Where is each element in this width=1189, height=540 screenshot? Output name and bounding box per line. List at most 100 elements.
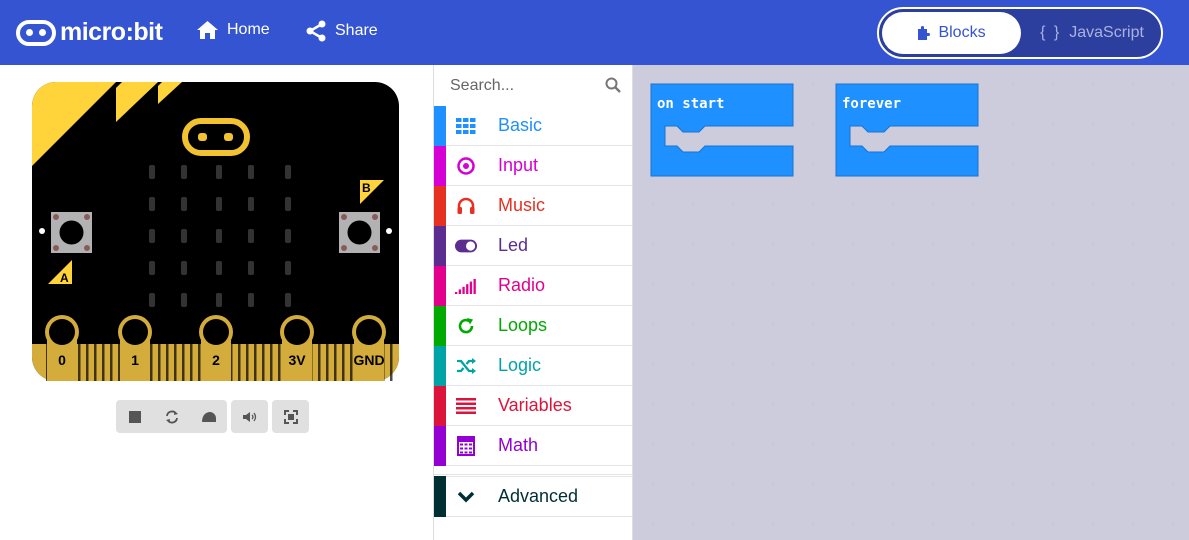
pin-1[interactable]: 1 [118,315,152,381]
led [181,165,187,179]
pin-gnd[interactable]: GND [352,315,386,381]
search-icon[interactable] [605,77,621,93]
led [181,229,187,243]
button-b-label: B [362,181,371,195]
home-button[interactable]: Home [196,20,270,40]
led [216,165,222,179]
target-icon [455,155,477,177]
led [181,261,187,275]
refresh-icon [455,315,477,337]
led [248,197,254,211]
restart-button[interactable] [153,400,190,433]
led [248,261,254,275]
restart-icon [165,410,178,423]
grid-icon [455,115,477,137]
stop-icon [128,410,141,423]
share-label: Share [335,22,378,39]
led [248,165,254,179]
share-button[interactable]: Share [305,20,378,42]
simulator-controls [116,400,313,433]
category-label: Led [498,235,529,255]
puzzle-piece-icon [918,25,931,40]
braces-icon: { } [1040,24,1062,41]
led [149,261,155,275]
category-color-stripe [434,476,446,517]
toolbox-category-logic[interactable]: Logic [434,345,633,386]
led [285,197,291,211]
led [149,293,155,307]
toolbox-category-advanced[interactable]: Advanced [434,476,633,517]
mute-button[interactable] [231,400,268,433]
category-label: Loops [498,315,548,335]
on-start-block[interactable]: on start [649,82,795,183]
toolbox-category-loops[interactable]: Loops [434,305,633,346]
pin-label: 3V [288,352,306,368]
sim-control-group-audio [231,400,268,433]
led [248,229,254,243]
forever-block[interactable]: forever [834,82,980,183]
blocks-tab[interactable]: Blocks [882,12,1021,54]
toolbox-category-music[interactable]: Music [434,185,633,226]
block-label: forever [842,96,902,112]
javascript-tab[interactable]: { } JavaScript [1024,12,1160,54]
category-label: Basic [498,115,543,135]
category-label: Music [498,195,546,215]
toolbox-category-led[interactable]: Led [434,225,633,266]
led [285,229,291,243]
javascript-label: JavaScript [1069,24,1144,41]
category-label: Radio [498,275,546,295]
category-label: Advanced [498,486,579,506]
led [285,165,291,179]
pin-label: 1 [131,352,139,368]
stop-button[interactable] [116,400,153,433]
block-label: on start [657,96,725,112]
category-color-stripe [434,145,446,186]
button-a-label: A [60,271,69,285]
pin-label: GND [353,352,384,368]
blocks-workspace[interactable]: on start forever [633,65,1189,540]
toolbox-category-variables[interactable]: Variables [434,385,633,426]
toggle-icon [455,235,477,257]
led [285,261,291,275]
logo-text: micro:bit [60,18,163,46]
led [216,197,222,211]
toolbox-category-radio[interactable]: Radio [434,265,633,306]
toolbox-category-basic[interactable]: Basic [434,105,633,146]
editor-toggle: Blocks { } JavaScript [877,7,1163,59]
category-color-stripe [434,105,446,146]
simulator-pane: A B 0 1 2 3V GND [0,65,433,540]
search-input[interactable] [450,76,600,95]
led [285,293,291,307]
pin-2[interactable]: 2 [199,315,233,381]
toolbox-search [434,65,633,106]
microbit-board[interactable]: A B 0 1 2 3V GND [32,82,399,381]
sim-control-group-view [272,400,309,433]
slow-motion-icon [201,411,216,422]
led [216,229,222,243]
pin-label: 2 [212,352,220,368]
category-color-stripe [434,265,446,306]
led [248,293,254,307]
toolbox-category-math[interactable]: Math [434,425,633,466]
led [149,165,155,179]
led [216,293,222,307]
headphones-icon [455,195,477,217]
blocks-label: Blocks [938,24,986,41]
fullscreen-button[interactable] [272,400,309,433]
led [149,229,155,243]
microbit-logo-icon [16,19,56,46]
fullscreen-icon [283,409,298,424]
pin-0[interactable]: 0 [45,315,79,381]
home-label: Home [227,21,270,38]
pin-3v[interactable]: 3V [280,315,314,381]
toolbox-category-input[interactable]: Input [434,145,633,186]
sim-control-group-main [116,400,227,433]
microbit-logo[interactable]: micro:bit [16,18,163,47]
category-label: Math [498,435,539,455]
advanced-separator [434,467,633,475]
share-icon [306,20,326,42]
led [216,261,222,275]
slow-motion-button[interactable] [190,400,227,433]
home-icon [197,21,218,39]
chevron-down-icon [455,486,477,508]
